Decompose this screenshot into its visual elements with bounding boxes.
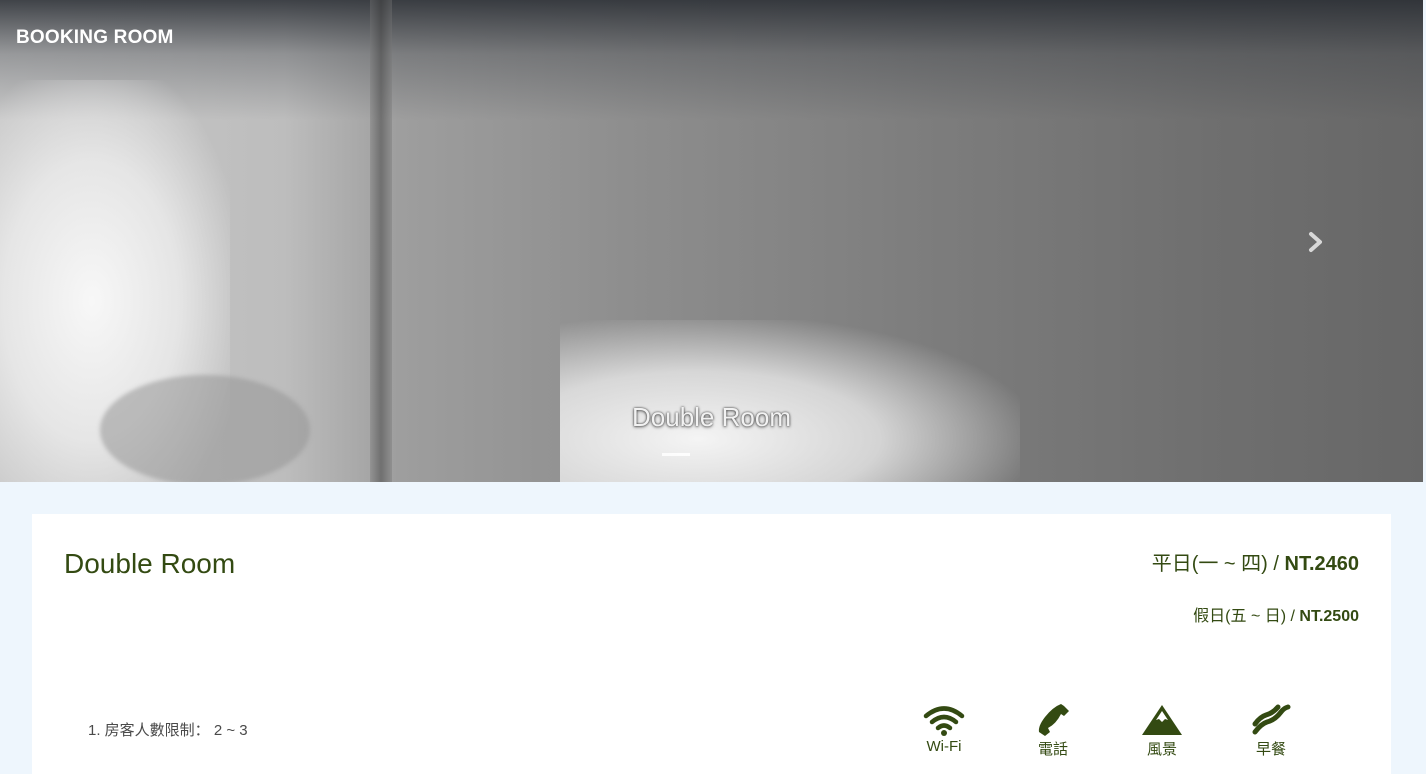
room-rules-list: 1. 房客人數限制： 2 ~ 3: [88, 719, 248, 740]
breakfast-icon: [1252, 704, 1291, 735]
carousel-next-button[interactable]: [1305, 228, 1327, 256]
room-detail-card: Double Room 平日(一 ~ 四) / NT.2460 假日(五 ~ 日…: [32, 514, 1391, 774]
phone-icon: [1038, 704, 1069, 736]
weekend-price: 假日(五 ~ 日) / NT.2500: [1193, 602, 1359, 626]
brand-link[interactable]: BOOKING ROOM: [16, 27, 174, 49]
carousel-caption: Double Room: [632, 402, 791, 432]
amenity-label: Wi-Fi: [926, 738, 962, 755]
weekday-price-value: NT.2460: [1284, 553, 1360, 575]
room-title: Double Room: [64, 548, 236, 579]
amenity-phone: 電話: [1023, 704, 1083, 759]
amenity-wifi: Wi-Fi: [914, 704, 974, 755]
weekend-price-value: NT.2500: [1299, 608, 1359, 625]
weekday-price-label: 平日(一 ~ 四) /: [1151, 553, 1285, 575]
carousel-indicator-active[interactable]: [662, 453, 690, 456]
weekday-price: 平日(一 ~ 四) / NT.2460: [1152, 547, 1359, 576]
mountain-icon: [1142, 705, 1182, 735]
amenity-label: 電話: [1037, 741, 1068, 758]
room-carousel: BOOKING ROOM Double Room: [0, 0, 1423, 482]
weekend-price-label: 假日(五 ~ 日) /: [1193, 608, 1300, 625]
room-rule-item: 1. 房客人數限制： 2 ~ 3: [88, 722, 248, 739]
hero-light-patch-bottom: [560, 320, 1020, 482]
chevron-right-icon: [1309, 232, 1322, 252]
amenity-label: 風景: [1146, 741, 1177, 758]
wifi-icon: [923, 706, 965, 736]
amenity-breakfast: 早餐: [1241, 704, 1301, 759]
amenity-label: 早餐: [1255, 741, 1286, 758]
amenity-scenery: 風景: [1132, 704, 1192, 759]
